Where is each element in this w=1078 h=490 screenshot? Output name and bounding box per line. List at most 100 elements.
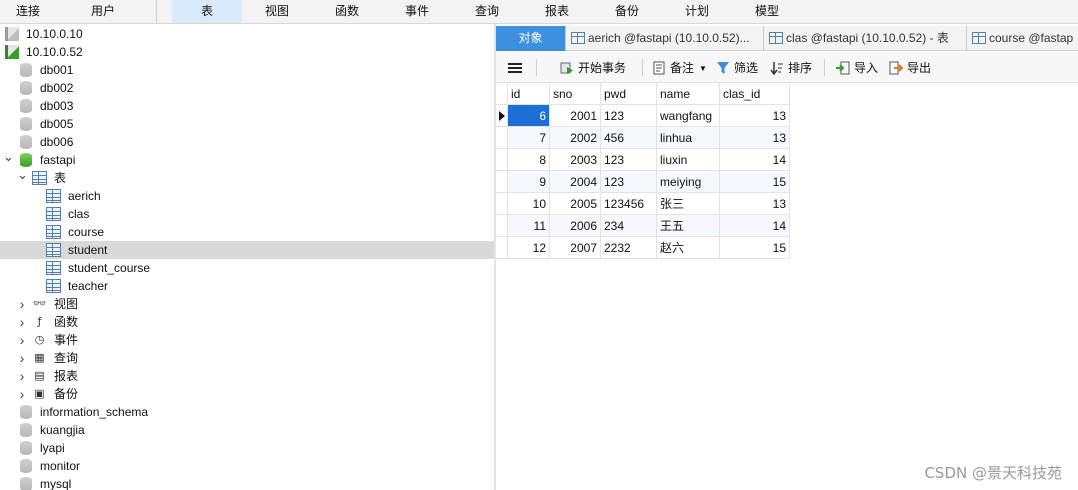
tree-database-open[interactable]: ⌄ fastapi xyxy=(0,150,494,169)
menu-item[interactable]: 计划 xyxy=(664,0,730,23)
table-cell[interactable]: 王五 xyxy=(657,215,720,237)
row-marker[interactable] xyxy=(496,237,508,259)
table-cell[interactable]: 6 xyxy=(508,105,550,127)
table-cell[interactable]: 123 xyxy=(601,171,657,193)
table-cell[interactable]: 8 xyxy=(508,149,550,171)
column-header[interactable]: pwd xyxy=(601,83,657,105)
tree-object-node[interactable]: › ▤ 报表 xyxy=(0,367,494,385)
tree-database[interactable]: db003 xyxy=(0,97,494,115)
table-cell[interactable]: 13 xyxy=(720,127,790,149)
table-row[interactable]: 9 2004 123 meiying 15 xyxy=(496,171,790,193)
chevron-down-icon[interactable]: ▼ xyxy=(699,64,707,73)
chevron-right-icon[interactable]: › xyxy=(17,349,27,367)
menu-item[interactable]: 视图 xyxy=(244,0,310,23)
menu-item[interactable]: 表 xyxy=(172,0,242,23)
table-cell[interactable]: 2001 xyxy=(550,105,601,127)
tree-object-node[interactable]: › 👓 视图 xyxy=(0,295,494,313)
tree-database[interactable]: db001 xyxy=(0,61,494,79)
navigation-tree[interactable]: 10.10.0.10 10.10.0.52 db001 db002 db003 db005… xyxy=(0,24,494,490)
table-cell[interactable]: 2007 xyxy=(550,237,601,259)
row-marker[interactable] xyxy=(496,171,508,193)
table-cell[interactable]: 13 xyxy=(720,193,790,215)
table-cell[interactable]: 赵六 xyxy=(657,237,720,259)
tree-database[interactable]: db002 xyxy=(0,79,494,97)
table-cell[interactable]: 12 xyxy=(508,237,550,259)
sort-button[interactable]: 排序 xyxy=(770,57,812,79)
table-cell[interactable]: 15 xyxy=(720,237,790,259)
table-cell[interactable]: 10 xyxy=(508,193,550,215)
table-cell[interactable]: 14 xyxy=(720,149,790,171)
menu-item[interactable]: 备份 xyxy=(594,0,660,23)
column-header[interactable]: name xyxy=(657,83,720,105)
table-cell[interactable]: meiying xyxy=(657,171,720,193)
menu-button[interactable] xyxy=(508,57,522,79)
table-cell[interactable]: 7 xyxy=(508,127,550,149)
tree-table-student[interactable]: student xyxy=(0,241,494,259)
table-cell[interactable]: 11 xyxy=(508,215,550,237)
menu-item[interactable]: 函数 xyxy=(314,0,380,23)
chevron-down-icon[interactable]: ⌄ xyxy=(3,150,14,169)
table-row[interactable]: 8 2003 123 liuxin 14 xyxy=(496,149,790,171)
menu-item[interactable]: 模型 xyxy=(734,0,800,23)
tree-connection[interactable]: 10.10.0.10 xyxy=(0,25,494,43)
table-cell[interactable]: 2232 xyxy=(601,237,657,259)
tab-aerich[interactable]: aerich @fastapi (10.10.0.52)... xyxy=(567,26,764,51)
table-cell[interactable]: 123 xyxy=(601,149,657,171)
chevron-down-icon[interactable]: ⌄ xyxy=(17,168,28,187)
table-cell[interactable]: 张三 xyxy=(657,193,720,215)
table-cell[interactable]: 13 xyxy=(720,105,790,127)
column-header[interactable]: id xyxy=(508,83,550,105)
begin-transaction-button[interactable]: 开始事务 xyxy=(560,57,626,79)
tree-tables-node[interactable]: ⌄ 表 xyxy=(0,168,494,187)
tree-table-student_course[interactable]: student_course xyxy=(0,259,494,277)
note-button[interactable]: 备注 ▼ xyxy=(652,57,707,79)
table-cell[interactable]: 14 xyxy=(720,215,790,237)
tree-table-aerich[interactable]: aerich xyxy=(0,187,494,205)
table-row[interactable]: 7 2002 456 linhua 13 xyxy=(496,127,790,149)
table-cell[interactable]: 2005 xyxy=(550,193,601,215)
tree-database[interactable]: monitor xyxy=(0,457,494,475)
tree-database[interactable]: information_schema xyxy=(0,403,494,421)
table-cell[interactable]: liuxin xyxy=(657,149,720,171)
table-cell[interactable]: 2006 xyxy=(550,215,601,237)
tree-database[interactable]: mysql xyxy=(0,475,494,490)
column-header[interactable]: clas_id xyxy=(720,83,790,105)
table-row[interactable]: 6 2001 123 wangfang 13 xyxy=(496,105,790,127)
table-row[interactable]: 10 2005 123456 张三 13 xyxy=(496,193,790,215)
chevron-right-icon[interactable]: › xyxy=(17,385,27,403)
table-cell[interactable]: 2002 xyxy=(550,127,601,149)
tree-table-course[interactable]: course xyxy=(0,223,494,241)
export-button[interactable]: 导出 xyxy=(889,57,931,79)
table-cell[interactable]: 123456 xyxy=(601,193,657,215)
row-marker[interactable] xyxy=(496,215,508,237)
chevron-right-icon[interactable]: › xyxy=(17,313,27,331)
table-header-row[interactable]: id sno pwd name clas_id xyxy=(496,83,790,105)
row-marker[interactable] xyxy=(496,83,508,105)
table-cell[interactable]: linhua xyxy=(657,127,720,149)
table-row[interactable]: 12 2007 2232 赵六 15 xyxy=(496,237,790,259)
table-row[interactable]: 11 2006 234 王五 14 xyxy=(496,215,790,237)
row-marker[interactable] xyxy=(496,105,508,127)
tree-object-node[interactable]: › ◷ 事件 xyxy=(0,331,494,349)
table-cell[interactable]: 9 xyxy=(508,171,550,193)
table-cell[interactable]: 2003 xyxy=(550,149,601,171)
tab-clas[interactable]: clas @fastapi (10.10.0.52) - 表 xyxy=(765,26,967,51)
filter-button[interactable]: 筛选 xyxy=(716,57,758,79)
tab-course[interactable]: course @fastap xyxy=(968,26,1078,51)
tree-table-clas[interactable]: clas xyxy=(0,205,494,223)
row-marker[interactable] xyxy=(496,193,508,215)
row-marker[interactable] xyxy=(496,149,508,171)
menu-item[interactable]: 事件 xyxy=(384,0,450,23)
table-cell[interactable]: wangfang xyxy=(657,105,720,127)
menu-item[interactable]: 报表 xyxy=(524,0,590,23)
table-cell[interactable]: 123 xyxy=(601,105,657,127)
row-marker[interactable] xyxy=(496,127,508,149)
tree-object-node[interactable]: › ▦ 查询 xyxy=(0,349,494,367)
menu-item[interactable]: 连接 xyxy=(0,0,56,23)
tree-object-node[interactable]: › ▣ 备份 xyxy=(0,385,494,403)
table-cell[interactable]: 234 xyxy=(601,215,657,237)
tab-objects[interactable]: 对象 xyxy=(496,26,566,51)
tree-table-teacher[interactable]: teacher xyxy=(0,277,494,295)
chevron-right-icon[interactable]: › xyxy=(17,367,27,385)
menu-item[interactable]: 查询 xyxy=(454,0,520,23)
